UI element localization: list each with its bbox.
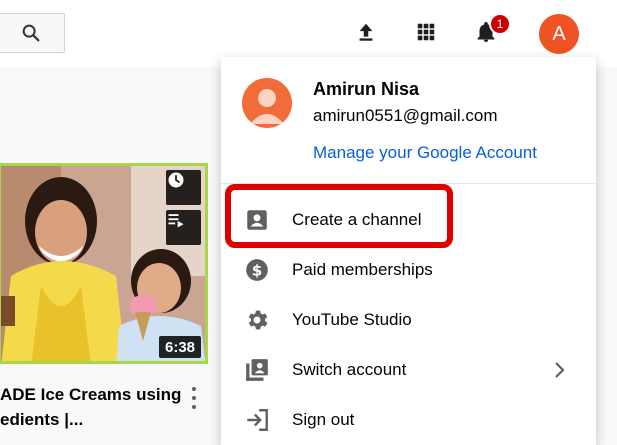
annotation-highlight <box>225 184 453 248</box>
menu-item-switch-account[interactable]: Switch account <box>221 345 596 395</box>
gear-icon <box>243 306 271 334</box>
video-thumbnail[interactable] <box>0 163 208 364</box>
watch-later-button[interactable] <box>166 170 201 205</box>
apps-button[interactable] <box>411 17 441 47</box>
account-name: Amirun Nisa <box>313 79 420 99</box>
menu-item-label: Switch account <box>292 360 407 379</box>
menu-item-paid-memberships[interactable]: $ Paid memberships <box>221 245 596 295</box>
video-more-actions-button[interactable] <box>187 385 201 411</box>
video-title-line-1[interactable]: ADE Ice Creams using <box>0 383 185 407</box>
video-title-line-2[interactable]: edients |... <box>0 408 185 432</box>
add-to-queue-button[interactable] <box>166 210 201 245</box>
avatar <box>242 78 292 128</box>
upload-icon <box>359 23 373 41</box>
person-icon <box>250 89 284 124</box>
switch-account-icon <box>243 356 271 384</box>
account-email: amirun0551@gmail.com <box>313 106 498 125</box>
account-menu: Amirun Nisa amirun0551@gmail.com Manage … <box>221 57 596 445</box>
dot-icon <box>192 395 196 400</box>
notification-count-badge: 1 <box>489 13 511 35</box>
manage-google-account-link[interactable]: Manage your Google Account <box>313 143 537 163</box>
clock-icon <box>168 172 184 188</box>
svg-text:$: $ <box>252 261 263 279</box>
menu-item-label: Sign out <box>292 410 355 429</box>
search-icon <box>22 24 39 42</box>
video-meta: ... <box>0 436 11 445</box>
dot-icon <box>192 387 196 392</box>
menu-item-label: Paid memberships <box>292 260 433 279</box>
sign-out-icon <box>243 406 271 434</box>
account-menu-header: Amirun Nisa amirun0551@gmail.com Manage … <box>221 57 596 184</box>
upload-button[interactable] <box>351 17 381 47</box>
queue-icon <box>168 214 184 228</box>
video-duration: 6:38 <box>159 336 202 358</box>
menu-item-sign-out[interactable]: Sign out <box>221 395 596 445</box>
menu-item-label: YouTube Studio <box>292 310 412 329</box>
account-avatar-button[interactable]: A <box>539 14 579 54</box>
search-button[interactable] <box>0 13 65 53</box>
apps-grid-icon <box>417 23 435 41</box>
chevron-right-icon <box>551 358 567 382</box>
dollar-icon: $ <box>243 256 271 284</box>
dot-icon <box>192 404 196 409</box>
menu-item-youtube-studio[interactable]: YouTube Studio <box>221 295 596 345</box>
